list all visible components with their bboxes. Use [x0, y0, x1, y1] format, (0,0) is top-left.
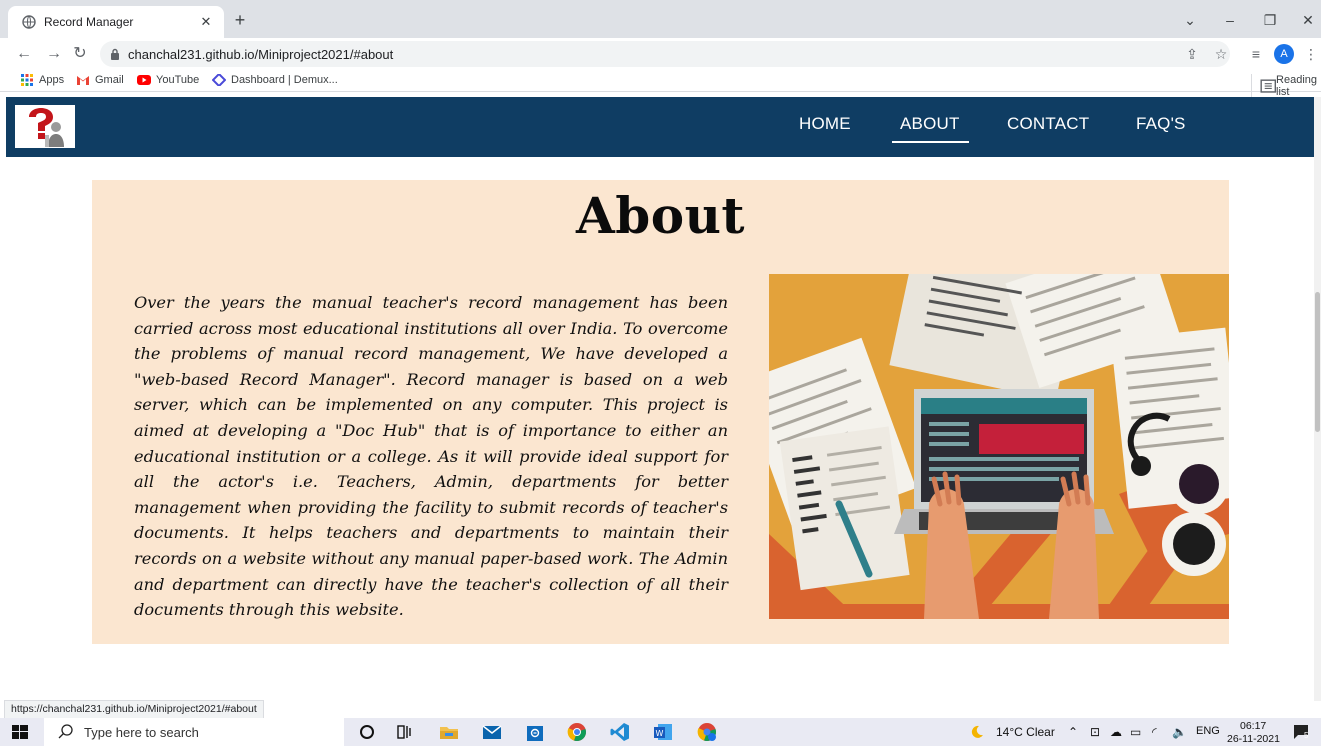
- forward-icon[interactable]: →: [44, 44, 64, 64]
- close-window-button[interactable]: ✕: [1296, 10, 1320, 30]
- store-icon[interactable]: [524, 721, 546, 743]
- gmail-icon: [77, 76, 89, 85]
- weather-text[interactable]: 14°C Clear: [996, 725, 1055, 739]
- about-paragraph: Over the years the manual teacher's reco…: [134, 293, 728, 620]
- search-icon: [58, 724, 73, 739]
- reload-icon[interactable]: ↻: [70, 44, 90, 64]
- restore-button[interactable]: ❐: [1258, 10, 1282, 30]
- bookmark-label: Apps: [39, 74, 65, 86]
- url-text: chanchal231.github.io/Miniproject2021/#a…: [128, 46, 394, 62]
- browser-toolbar: ← → ↻ chanchal231.github.io/Miniproject2…: [0, 38, 1321, 70]
- tab-search-chevron-icon[interactable]: ⌄: [1178, 10, 1202, 30]
- word-icon[interactable]: W: [652, 721, 674, 743]
- address-bar[interactable]: chanchal231.github.io/Miniproject2021/#a…: [100, 41, 1230, 67]
- cortana-icon[interactable]: [356, 721, 378, 743]
- reading-list-button[interactable]: Reading list: [1250, 74, 1317, 98]
- bookmark-label: YouTube: [156, 74, 200, 86]
- volume-icon[interactable]: 🔈: [1172, 725, 1187, 739]
- question-person-logo-icon: [29, 108, 64, 147]
- media-control-icon[interactable]: ≡: [1246, 44, 1266, 64]
- nav-home[interactable]: HOME: [799, 114, 851, 134]
- bookmarks-bar: Apps Gmail YouTube Dashboard | Demux... …: [0, 70, 1321, 98]
- laptop-desk-illustration: [769, 274, 1229, 619]
- tab-close-icon[interactable]: ✕: [198, 14, 214, 30]
- onedrive-cloud-icon[interactable]: ☁: [1110, 725, 1122, 739]
- weather-moon-icon[interactable]: [970, 725, 984, 739]
- bookmark-apps[interactable]: Apps: [20, 74, 64, 86]
- clock-date[interactable]: 26-11-2021: [1227, 733, 1280, 745]
- chrome-icon[interactable]: [566, 721, 588, 743]
- site-navbar: HOME ABOUT CONTACT FAQ'S: [6, 97, 1314, 157]
- status-bar-url: https://chanchal231.github.io/Miniprojec…: [4, 700, 264, 718]
- lock-icon: [111, 48, 119, 60]
- windows-start-icon[interactable]: [12, 725, 28, 739]
- reading-list-icon: [1259, 79, 1276, 93]
- globe-icon: [22, 15, 36, 29]
- tray-app-icon[interactable]: ⊡: [1090, 725, 1100, 739]
- nav-about[interactable]: ABOUT: [892, 114, 969, 143]
- battery-icon[interactable]: ▭: [1130, 725, 1141, 739]
- chrome-profile-icon[interactable]: [696, 721, 718, 743]
- bookmark-label: Gmail: [95, 74, 124, 86]
- apps-grid-icon: [21, 74, 33, 86]
- demux-diamond-icon: [212, 74, 226, 86]
- taskbar-search[interactable]: Type here to search: [44, 718, 344, 746]
- svg-text:W: W: [656, 729, 664, 738]
- task-view-icon[interactable]: [394, 721, 416, 743]
- bookmark-star-icon[interactable]: ☆: [1211, 44, 1231, 64]
- bookmark-label: Dashboard | Demux...: [231, 74, 338, 86]
- notification-count: 5: [1304, 731, 1309, 740]
- browser-tabstrip: Record Manager ✕ + ⌄ – ❐ ✕: [0, 0, 1321, 38]
- youtube-icon: [137, 75, 151, 85]
- scrollbar-thumb[interactable]: [1315, 292, 1320, 432]
- bookmark-gmail[interactable]: Gmail: [76, 74, 124, 86]
- tray-chevron-icon[interactable]: ⌃: [1068, 725, 1078, 739]
- about-title: About: [575, 186, 746, 245]
- search-placeholder: Type here to search: [84, 724, 199, 740]
- page-scrollbar[interactable]: [1314, 97, 1321, 701]
- tab-title: Record Manager: [44, 15, 134, 29]
- minimize-button[interactable]: –: [1218, 10, 1242, 30]
- language-indicator[interactable]: ENG: [1196, 725, 1220, 737]
- new-tab-button[interactable]: +: [230, 10, 250, 30]
- bookmark-dashboard[interactable]: Dashboard | Demux...: [212, 74, 338, 86]
- vscode-icon[interactable]: [609, 721, 631, 743]
- about-section: About Over the years the manual teacher'…: [92, 180, 1229, 644]
- clock-time[interactable]: 06:17: [1240, 720, 1266, 732]
- reading-list-label: Reading list: [1276, 74, 1317, 98]
- file-explorer-icon[interactable]: [438, 721, 460, 743]
- mail-icon[interactable]: [481, 721, 503, 743]
- profile-avatar[interactable]: A: [1274, 44, 1294, 64]
- share-icon[interactable]: ⇪: [1182, 44, 1202, 64]
- wifi-icon[interactable]: ◜: [1152, 725, 1157, 739]
- menu-kebab-icon[interactable]: ⋮: [1301, 44, 1321, 64]
- nav-faqs[interactable]: FAQ'S: [1136, 114, 1186, 134]
- nav-contact[interactable]: CONTACT: [1007, 114, 1089, 134]
- back-icon[interactable]: ←: [14, 44, 34, 64]
- browser-tab[interactable]: Record Manager ✕: [8, 6, 224, 38]
- site-logo[interactable]: [15, 105, 75, 148]
- windows-taskbar: Type here to search W 14°C Clear ⌃ ⊡ ☁ ▭…: [0, 718, 1321, 746]
- bookmark-youtube[interactable]: YouTube: [137, 74, 199, 86]
